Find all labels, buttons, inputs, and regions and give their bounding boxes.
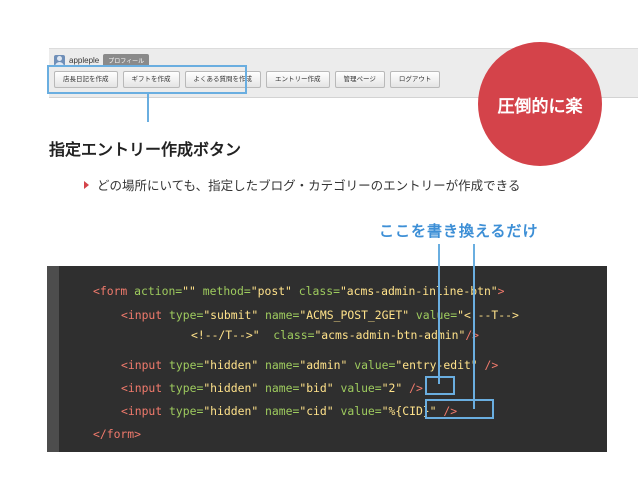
cid-value-highlight [425, 399, 494, 419]
create-entry-button[interactable]: エントリー作成 [266, 71, 330, 88]
badge-label: 圧倒的に楽 [497, 96, 583, 117]
logout-button[interactable]: ログアウト [389, 71, 441, 88]
callout-label: ここを書き換えるだけ [379, 222, 539, 240]
username: appleple [69, 55, 100, 65]
admin-page-button[interactable]: 管理ページ [334, 71, 385, 88]
code-line-2: <input type="submit" name="ACMS_POST_2GE… [121, 308, 519, 322]
code-line-5: <input type="hidden" name="bid" value="2… [121, 381, 423, 395]
bullet-item: どの場所にいても、指定したブログ・カテゴリーのエントリーが作成できる [84, 175, 520, 194]
code-line-6: <input type="hidden" name="cid" value="%… [121, 404, 458, 418]
bullet-triangle-icon [84, 180, 89, 189]
highlight-box [47, 65, 247, 94]
code-block: <form action="" method="post" class="acm… [47, 266, 607, 452]
avatar-icon [54, 54, 65, 66]
callout-line-bid [438, 244, 440, 384]
bid-value-highlight [425, 376, 455, 395]
code-line-3: <!--/T-->" class="acms-admin-btn-admin"/… [191, 328, 479, 342]
page-title: 指定エントリー作成ボタン [49, 140, 242, 159]
badge: 圧倒的に楽 [478, 42, 602, 166]
bullet-text: どの場所にいても、指定したブログ・カテゴリーのエントリーが作成できる [97, 178, 521, 193]
callout-line-cid [473, 244, 475, 409]
code-line-7: </form> [93, 427, 142, 441]
code-line-1: <form action="" method="post" class="acm… [93, 284, 505, 298]
pointer-line [147, 94, 149, 122]
code-line-4: <input type="hidden" name="admin" value=… [121, 358, 499, 372]
